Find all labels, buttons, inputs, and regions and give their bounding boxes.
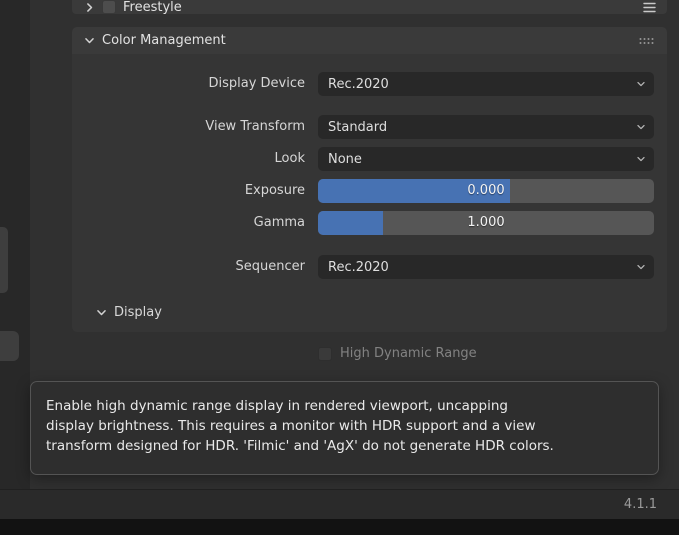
- freestyle-panel-label: Freestyle: [123, 0, 182, 15]
- view-transform-dropdown[interactable]: Standard: [318, 115, 654, 139]
- gamma-value: 1.000: [318, 211, 654, 235]
- view-transform-value: Standard: [328, 120, 636, 135]
- color-management-panel-label: Color Management: [102, 33, 226, 48]
- display-device-value: Rec.2020: [328, 77, 636, 92]
- sequencer-label: Sequencer: [72, 255, 305, 279]
- display-subpanel-label: Display: [114, 305, 162, 320]
- exposure-slider[interactable]: 0.000: [318, 179, 654, 203]
- look-value: None: [328, 152, 636, 167]
- version-text: 4.1.1: [624, 490, 657, 520]
- chevron-right-icon[interactable]: [84, 2, 95, 13]
- menu-hamburger-icon[interactable]: [643, 2, 656, 13]
- blender-properties-editor: Freestyle Color Management Display Devic…: [0, 0, 679, 535]
- nav-tab-icon[interactable]: [0, 331, 19, 361]
- freestyle-checkbox[interactable]: [102, 0, 116, 14]
- chevron-down-icon: [636, 122, 646, 132]
- view-transform-label: View Transform: [72, 115, 305, 139]
- panel-header-freestyle[interactable]: Freestyle: [72, 0, 667, 14]
- exposure-label: Exposure: [72, 179, 305, 203]
- tooltip-line: display brightness. This requires a moni…: [46, 416, 643, 436]
- sequencer-value: Rec.2020: [328, 260, 636, 275]
- high-dynamic-range-label: High Dynamic Range: [340, 344, 477, 364]
- tooltip: Enable high dynamic range display in ren…: [30, 381, 659, 475]
- sequencer-dropdown[interactable]: Rec.2020: [318, 255, 654, 279]
- chevron-down-icon: [636, 262, 646, 272]
- properties-nav-strip: [0, 0, 30, 489]
- chevron-down-icon[interactable]: [96, 307, 107, 318]
- display-device-dropdown[interactable]: Rec.2020: [318, 72, 654, 96]
- tooltip-line: transform designed for HDR. 'Filmic' and…: [46, 436, 643, 456]
- chevron-down-icon: [636, 154, 646, 164]
- subpanel-header-display[interactable]: Display: [96, 300, 162, 324]
- high-dynamic-range-checkbox[interactable]: [318, 347, 332, 361]
- drag-grip-icon[interactable]: [638, 36, 655, 46]
- tooltip-line: Enable high dynamic range display in ren…: [46, 396, 643, 416]
- chevron-down-icon: [636, 79, 646, 89]
- gamma-label: Gamma: [72, 211, 305, 235]
- nav-tab-icon[interactable]: [0, 227, 8, 293]
- look-label: Look: [72, 147, 305, 171]
- status-bar: 4.1.1: [0, 489, 679, 519]
- chevron-down-icon[interactable]: [84, 35, 95, 46]
- exposure-value: 0.000: [318, 179, 654, 203]
- look-dropdown[interactable]: None: [318, 147, 654, 171]
- gamma-slider[interactable]: 1.000: [318, 211, 654, 235]
- display-device-label: Display Device: [72, 72, 305, 96]
- window-bottom-edge: [0, 519, 679, 535]
- panel-header-color-management[interactable]: Color Management: [72, 27, 667, 54]
